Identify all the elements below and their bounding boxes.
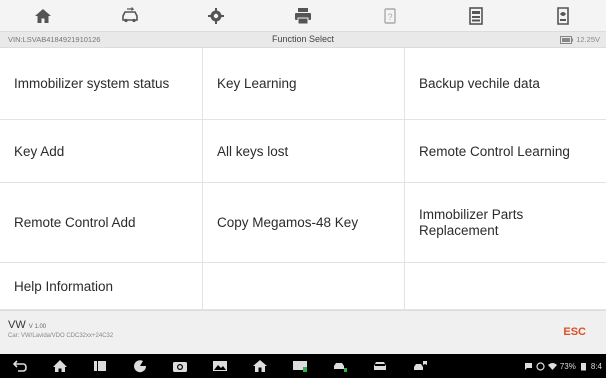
car-icon bbox=[374, 362, 386, 370]
save-button[interactable] bbox=[433, 0, 520, 31]
back-icon bbox=[12, 360, 27, 372]
vehicle-swap-button[interactable] bbox=[87, 0, 174, 31]
voltage-text: 12.25V bbox=[576, 35, 600, 44]
fn-remote-control-learning[interactable]: Remote Control Learning bbox=[405, 120, 606, 183]
esc-button[interactable]: ESC bbox=[563, 326, 586, 338]
battery-icon bbox=[560, 36, 574, 44]
vehicle-menu-button[interactable] bbox=[360, 354, 400, 378]
shop-manager-icon bbox=[414, 361, 427, 370]
browser-icon bbox=[134, 360, 147, 373]
fn-key-add[interactable]: Key Add bbox=[0, 120, 203, 183]
version-label: V 1.00 bbox=[28, 324, 47, 330]
clock: 8:4 bbox=[590, 361, 602, 371]
camera-button[interactable] bbox=[160, 354, 200, 378]
system-tray: 73% 8:4 bbox=[524, 362, 606, 371]
gallery-icon bbox=[213, 361, 227, 371]
battery-tray-icon bbox=[580, 362, 586, 370]
page-title: Function Select bbox=[271, 34, 335, 44]
fn-copy-megamos-48-key[interactable]: Copy Megamos-48 Key bbox=[203, 183, 405, 263]
fn-help-information[interactable]: Help Information bbox=[0, 263, 203, 310]
shop-manager-button[interactable] bbox=[400, 354, 440, 378]
empty-cell bbox=[405, 263, 606, 310]
help-button[interactable]: ? bbox=[346, 0, 433, 31]
svg-text:?: ? bbox=[387, 12, 392, 22]
fn-backup-vehicle-data[interactable]: Backup vechile data bbox=[405, 48, 606, 120]
function-grid: Immobilizer system status Key Learning B… bbox=[0, 48, 606, 310]
brand-label: VW bbox=[8, 319, 26, 331]
nav-home-icon bbox=[53, 360, 67, 372]
settings-icon bbox=[208, 7, 225, 24]
fn-all-keys-lost[interactable]: All keys lost bbox=[203, 120, 405, 183]
battery-percent: 73% bbox=[559, 361, 576, 371]
vehicle-model: VW V 1.00 bbox=[8, 319, 46, 331]
info-bar: VIN:LSVAB4184921910126 Function Select 1… bbox=[0, 31, 606, 48]
gallery-button[interactable] bbox=[200, 354, 240, 378]
settings-button[interactable] bbox=[173, 0, 260, 31]
data-log-icon bbox=[556, 6, 569, 25]
vehicle-path: Car: VW/Lavida/VDO CDC32xx+24C32 bbox=[8, 333, 114, 339]
fn-immobilizer-parts-replacement-label: Immobilizer Parts Replacement bbox=[419, 206, 524, 238]
print-icon bbox=[295, 7, 312, 24]
data-log-button[interactable] bbox=[519, 0, 606, 31]
back-button[interactable] bbox=[0, 354, 40, 378]
fn-remote-control-add[interactable]: Remote Control Add bbox=[0, 183, 203, 263]
home-button[interactable] bbox=[0, 0, 87, 31]
fn-immobilizer-status[interactable]: Immobilizer system status bbox=[0, 48, 203, 120]
wifi-icon bbox=[547, 362, 557, 370]
vehicle-connect-icon bbox=[334, 363, 347, 372]
save-icon bbox=[469, 6, 483, 25]
help-icon: ? bbox=[383, 7, 396, 24]
vci-button[interactable] bbox=[280, 354, 320, 378]
recent-apps-button[interactable] bbox=[80, 354, 120, 378]
fn-immobilizer-parts-replacement[interactable]: Immobilizer Parts Replacement bbox=[405, 183, 606, 263]
fn-key-learning[interactable]: Key Learning bbox=[203, 48, 405, 120]
vehicle-swap-icon bbox=[122, 6, 138, 22]
battery-voltage: 12.25V bbox=[560, 35, 600, 44]
top-toolbar: ? bbox=[0, 0, 606, 31]
android-nav-bar: 73% 8:4 bbox=[0, 354, 606, 378]
nav-home-button[interactable] bbox=[40, 354, 80, 378]
vehicle-connect-button[interactable] bbox=[320, 354, 360, 378]
home-icon bbox=[35, 8, 52, 23]
print-button[interactable] bbox=[260, 0, 347, 31]
vci-icon bbox=[293, 361, 307, 372]
recent-apps-icon bbox=[94, 361, 106, 371]
maxisys-home-icon bbox=[253, 360, 267, 372]
chat-icon bbox=[524, 362, 532, 370]
chrome-button[interactable] bbox=[120, 354, 160, 378]
camera-icon bbox=[173, 362, 187, 372]
maxisys-home-button[interactable] bbox=[240, 354, 280, 378]
empty-cell bbox=[203, 263, 405, 310]
status-bar: VW V 1.00 Car: VW/Lavida/VDO CDC32xx+24C… bbox=[0, 310, 606, 354]
settings-tray-icon bbox=[536, 361, 545, 371]
